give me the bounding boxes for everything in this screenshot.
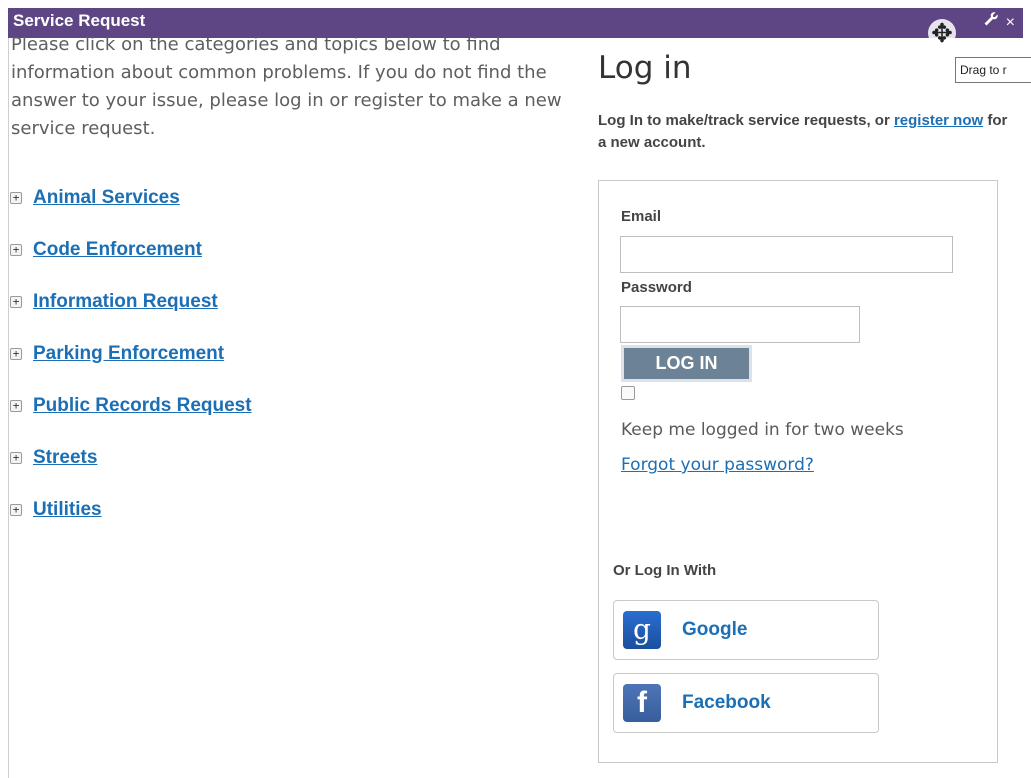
forgot-password-link[interactable]: Forgot your password? [621, 455, 814, 475]
expand-plus-icon[interactable]: + [10, 452, 22, 464]
category-link-animal-services[interactable]: Animal Services [33, 187, 180, 209]
category-link-information-request[interactable]: Information Request [33, 291, 218, 313]
expand-plus-icon[interactable]: + [10, 192, 22, 204]
category-item: + Streets [10, 432, 252, 484]
login-form: Email Password LOG IN Keep me logged in … [598, 180, 998, 763]
expand-plus-icon[interactable]: + [10, 348, 22, 360]
window-left-border [8, 30, 9, 778]
category-item: + Utilities [10, 484, 252, 536]
or-log-in-with-label: Or Log In With [613, 562, 717, 579]
facebook-icon: f [623, 684, 661, 722]
expand-plus-icon[interactable]: + [10, 504, 22, 516]
category-link-utilities[interactable]: Utilities [33, 499, 102, 521]
expand-plus-icon[interactable]: + [10, 400, 22, 412]
close-icon[interactable]: × [1006, 14, 1015, 32]
expand-plus-icon[interactable]: + [10, 296, 22, 308]
facebook-label: Facebook [682, 692, 771, 713]
register-now-link[interactable]: register now [894, 112, 983, 129]
login-heading: Log in [598, 50, 692, 86]
password-label: Password [621, 279, 692, 296]
email-field[interactable] [620, 236, 953, 273]
login-subtext-prefix: Log In to make/track service requests, o… [598, 112, 890, 129]
window-tools: × [981, 11, 1015, 32]
category-link-parking-enforcement[interactable]: Parking Enforcement [33, 343, 224, 365]
move-cursor-icon: ✥ [928, 19, 956, 47]
login-subtext: Log In to make/track service requests, o… [598, 110, 1018, 154]
email-label: Email [621, 208, 662, 225]
google-login-button[interactable]: g Google [613, 600, 879, 660]
category-item: + Information Request [10, 276, 252, 328]
password-field[interactable] [620, 306, 860, 343]
expand-plus-icon[interactable]: + [10, 244, 22, 256]
google-label: Google [682, 619, 748, 640]
log-in-button[interactable]: LOG IN [621, 345, 752, 382]
drag-tooltip: Drag to r [955, 57, 1031, 83]
category-item: + Public Records Request [10, 380, 252, 432]
category-item: + Animal Services [10, 172, 252, 224]
facebook-login-button[interactable]: f Facebook [613, 673, 879, 733]
category-link-streets[interactable]: Streets [33, 447, 97, 469]
remember-me-checkbox[interactable] [621, 386, 635, 400]
intro-text: Please click on the categories and topic… [11, 34, 562, 139]
remember-me-label: Keep me logged in for two weeks [621, 420, 904, 440]
wrench-icon[interactable] [983, 11, 999, 32]
category-item: + Parking Enforcement [10, 328, 252, 380]
category-item: + Code Enforcement [10, 224, 252, 276]
category-link-code-enforcement[interactable]: Code Enforcement [33, 239, 202, 261]
category-link-public-records-request[interactable]: Public Records Request [33, 395, 252, 417]
google-icon: g [623, 611, 661, 649]
category-list: + Animal Services + Code Enforcement + I… [10, 172, 252, 536]
window-title: Service Request [13, 11, 146, 30]
